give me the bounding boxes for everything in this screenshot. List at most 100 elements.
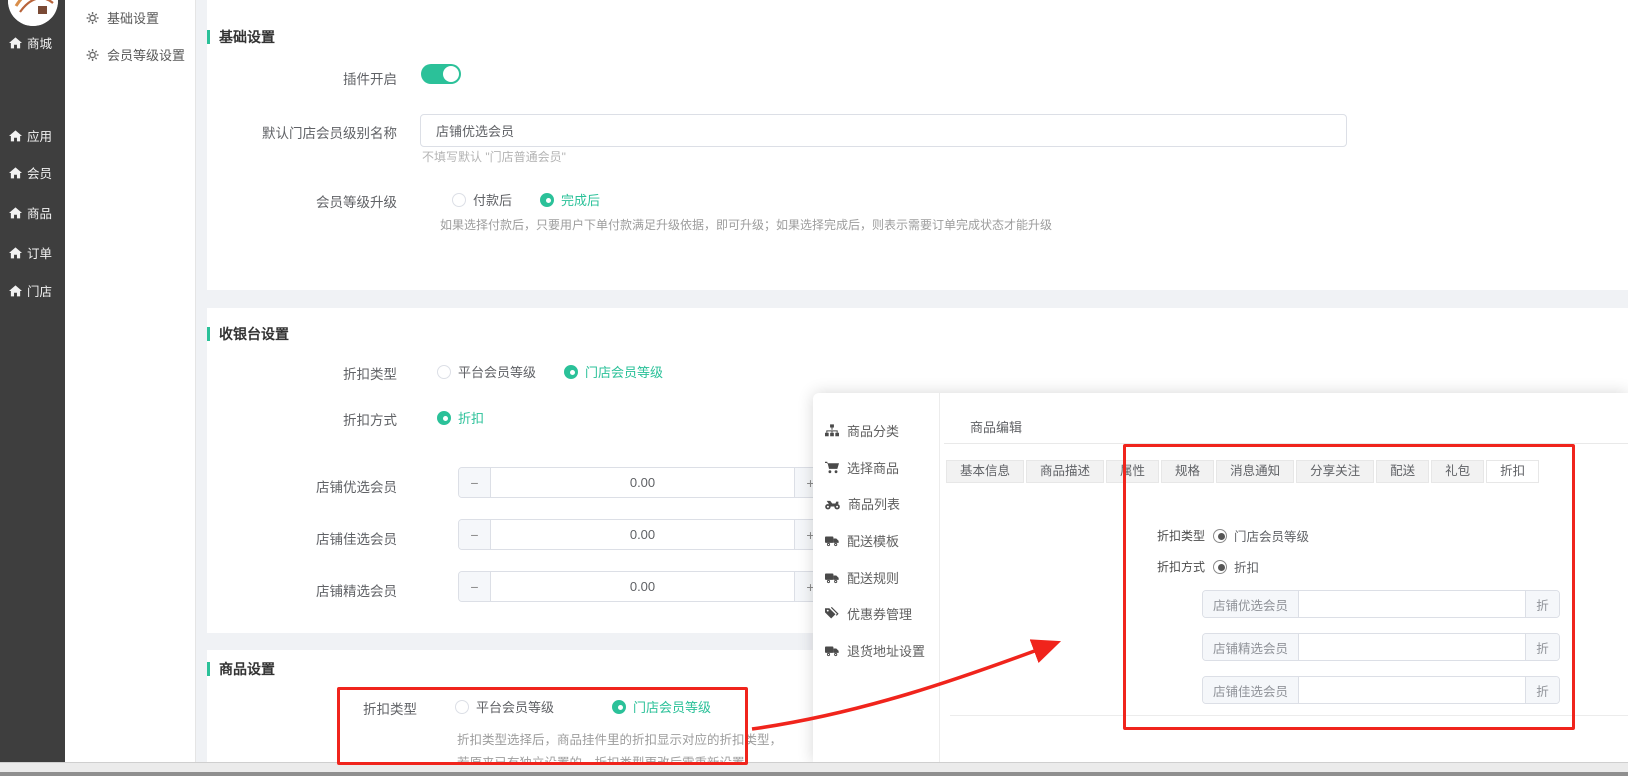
sidebar-item-label: 基础设置 <box>107 8 159 27</box>
radio-label[interactable]: 付款后 <box>473 190 512 209</box>
section-title-text: 基础设置 <box>219 27 275 47</box>
radio-label[interactable]: 门店会员等级 <box>585 362 663 381</box>
section-title-bar <box>207 327 210 341</box>
product-edit-panel: 商品分类 选择商品 商品列表 配送模板 配送规则 优惠券管理 退货地址设置 商品… <box>813 393 1628 762</box>
menu-item-product-categories[interactable]: 商品分类 <box>813 421 939 440</box>
overlay-discount-type-value[interactable]: 门店会员等级 <box>1234 526 1309 545</box>
sidebar-item-apps[interactable]: 应用 <box>0 126 65 145</box>
upgrade-hint: 如果选择付款后，只要用户下单付款满足升级依据，即可升级；如果选择完成后，则表示需… <box>440 216 1052 233</box>
field-suffix: 折 <box>1525 634 1559 660</box>
radio-store-level[interactable] <box>1213 529 1227 543</box>
cogs-icon <box>86 11 100 25</box>
goods-discount-type-group: 平台会员等级 门店会员等级 <box>455 697 711 716</box>
panel-bottom-divider <box>950 715 1628 716</box>
logo-sketch <box>8 0 58 26</box>
sidebar-item-label: 商品 <box>27 203 52 222</box>
toggle-knob <box>443 66 459 82</box>
stepper-value[interactable]: 0.00 <box>491 520 794 549</box>
overlay-discount-mode-value[interactable]: 折扣 <box>1234 557 1259 576</box>
level-3-label: 店铺精选会员 <box>187 580 397 600</box>
radio-after-completion[interactable] <box>540 193 554 207</box>
section-title-basic: 基础设置 <box>207 27 275 47</box>
default-level-name-input[interactable] <box>420 114 1347 147</box>
sidebar-item-mall[interactable]: 商城 <box>0 33 65 52</box>
default-level-name-hint: 不填写默认 "门店普通会员" <box>422 148 566 165</box>
radio-platform-level[interactable] <box>455 700 469 714</box>
settings-sidebar: 基础设置 会员等级设置 <box>65 0 196 763</box>
cashier-discount-type-group: 平台会员等级 门店会员等级 <box>437 362 663 381</box>
tab-gift-pack[interactable]: 礼包 <box>1431 460 1484 483</box>
radio-label[interactable]: 完成后 <box>561 190 600 209</box>
menu-item-label: 商品列表 <box>848 494 900 513</box>
home-icon <box>9 130 22 142</box>
sitemap-icon <box>825 424 839 437</box>
truck-icon <box>825 572 839 584</box>
discount-input[interactable] <box>1299 591 1525 617</box>
plugin-toggle-label: 插件开启 <box>187 68 397 88</box>
cashier-discount-mode-label: 折扣方式 <box>187 409 397 429</box>
radio-store-level[interactable] <box>612 700 626 714</box>
sidebar-item-label: 应用 <box>27 126 52 145</box>
sidebar-item-label: 门店 <box>27 281 52 300</box>
stepper-minus-button[interactable]: − <box>459 520 491 549</box>
motorcycle-icon <box>825 498 840 510</box>
stepper-minus-button[interactable]: − <box>459 468 491 497</box>
sidebar-item-orders[interactable]: 订单 <box>0 243 65 262</box>
cashier-discount-type-label: 折扣类型 <box>187 363 397 383</box>
sidebar-item-basic-settings[interactable]: 基础设置 <box>65 8 195 27</box>
radio-platform-level[interactable] <box>437 365 451 379</box>
radio-label[interactable]: 平台会员等级 <box>476 697 554 716</box>
stepper-value[interactable]: 0.00 <box>491 572 794 601</box>
default-level-name-label: 默认门店会员级别名称 <box>187 122 397 142</box>
tab-basic-info[interactable]: 基本信息 <box>946 460 1024 483</box>
upgrade-label: 会员等级升级 <box>187 191 397 211</box>
tab-delivery[interactable]: 配送 <box>1376 460 1429 483</box>
tab-discount[interactable]: 折扣 <box>1486 460 1539 483</box>
level-2-label: 店铺佳选会员 <box>187 528 397 548</box>
section-title-text: 收银台设置 <box>219 324 289 344</box>
sidebar-item-member-level-settings[interactable]: 会员等级设置 <box>65 45 195 64</box>
radio-label[interactable]: 门店会员等级 <box>633 697 711 716</box>
home-icon <box>9 207 22 219</box>
radio-discount[interactable] <box>437 411 451 425</box>
menu-item-return-address[interactable]: 退货地址设置 <box>813 641 939 660</box>
menu-item-select-products[interactable]: 选择商品 <box>813 458 939 477</box>
tab-share-follow[interactable]: 分享关注 <box>1296 460 1374 483</box>
tab-notifications[interactable]: 消息通知 <box>1216 460 1294 483</box>
section-title-bar <box>207 662 210 676</box>
radio-after-payment[interactable] <box>452 193 466 207</box>
sidebar-item-goods[interactable]: 商品 <box>0 203 65 222</box>
menu-item-coupon-management[interactable]: 优惠券管理 <box>813 604 939 623</box>
menu-item-product-list[interactable]: 商品列表 <box>813 494 939 513</box>
menu-item-label: 配送规则 <box>847 568 899 587</box>
cart-icon <box>825 461 839 474</box>
radio-label[interactable]: 折扣 <box>458 408 484 427</box>
discount-input[interactable] <box>1299 634 1525 660</box>
avatar[interactable] <box>8 0 58 26</box>
tab-attributes[interactable]: 属性 <box>1106 460 1159 483</box>
tab-specs[interactable]: 规格 <box>1161 460 1214 483</box>
section-title-goods: 商品设置 <box>207 659 275 679</box>
menu-item-label: 选择商品 <box>847 458 899 477</box>
level-1-label: 店铺优选会员 <box>187 476 397 496</box>
sidebar-item-members[interactable]: 会员 <box>0 163 65 182</box>
discount-field-choice: 店铺佳选会员 折 <box>1202 676 1560 704</box>
radio-discount[interactable] <box>1213 560 1227 574</box>
tab-description[interactable]: 商品描述 <box>1026 460 1104 483</box>
plugin-toggle[interactable] <box>421 64 461 84</box>
radio-store-level[interactable] <box>564 365 578 379</box>
menu-item-label: 优惠券管理 <box>847 604 912 623</box>
level-2-stepper: − 0.00 + <box>458 519 827 550</box>
level-1-stepper: − 0.00 + <box>458 467 827 498</box>
discount-input[interactable] <box>1299 677 1525 703</box>
section-title-text: 商品设置 <box>219 659 275 679</box>
sidebar-item-stores[interactable]: 门店 <box>0 281 65 300</box>
menu-item-delivery-template[interactable]: 配送模板 <box>813 531 939 550</box>
stepper-value[interactable]: 0.00 <box>491 468 794 497</box>
sidebar-item-label: 商城 <box>27 33 52 52</box>
radio-label[interactable]: 平台会员等级 <box>458 362 536 381</box>
goods-discount-hint-1: 折扣类型选择后，商品挂件里的折扣显示对应的折扣类型， <box>457 729 782 748</box>
menu-item-delivery-rules[interactable]: 配送规则 <box>813 568 939 587</box>
stepper-minus-button[interactable]: − <box>459 572 491 601</box>
overlay-discount-mode-row: 折扣方式 折扣 <box>1125 557 1259 576</box>
